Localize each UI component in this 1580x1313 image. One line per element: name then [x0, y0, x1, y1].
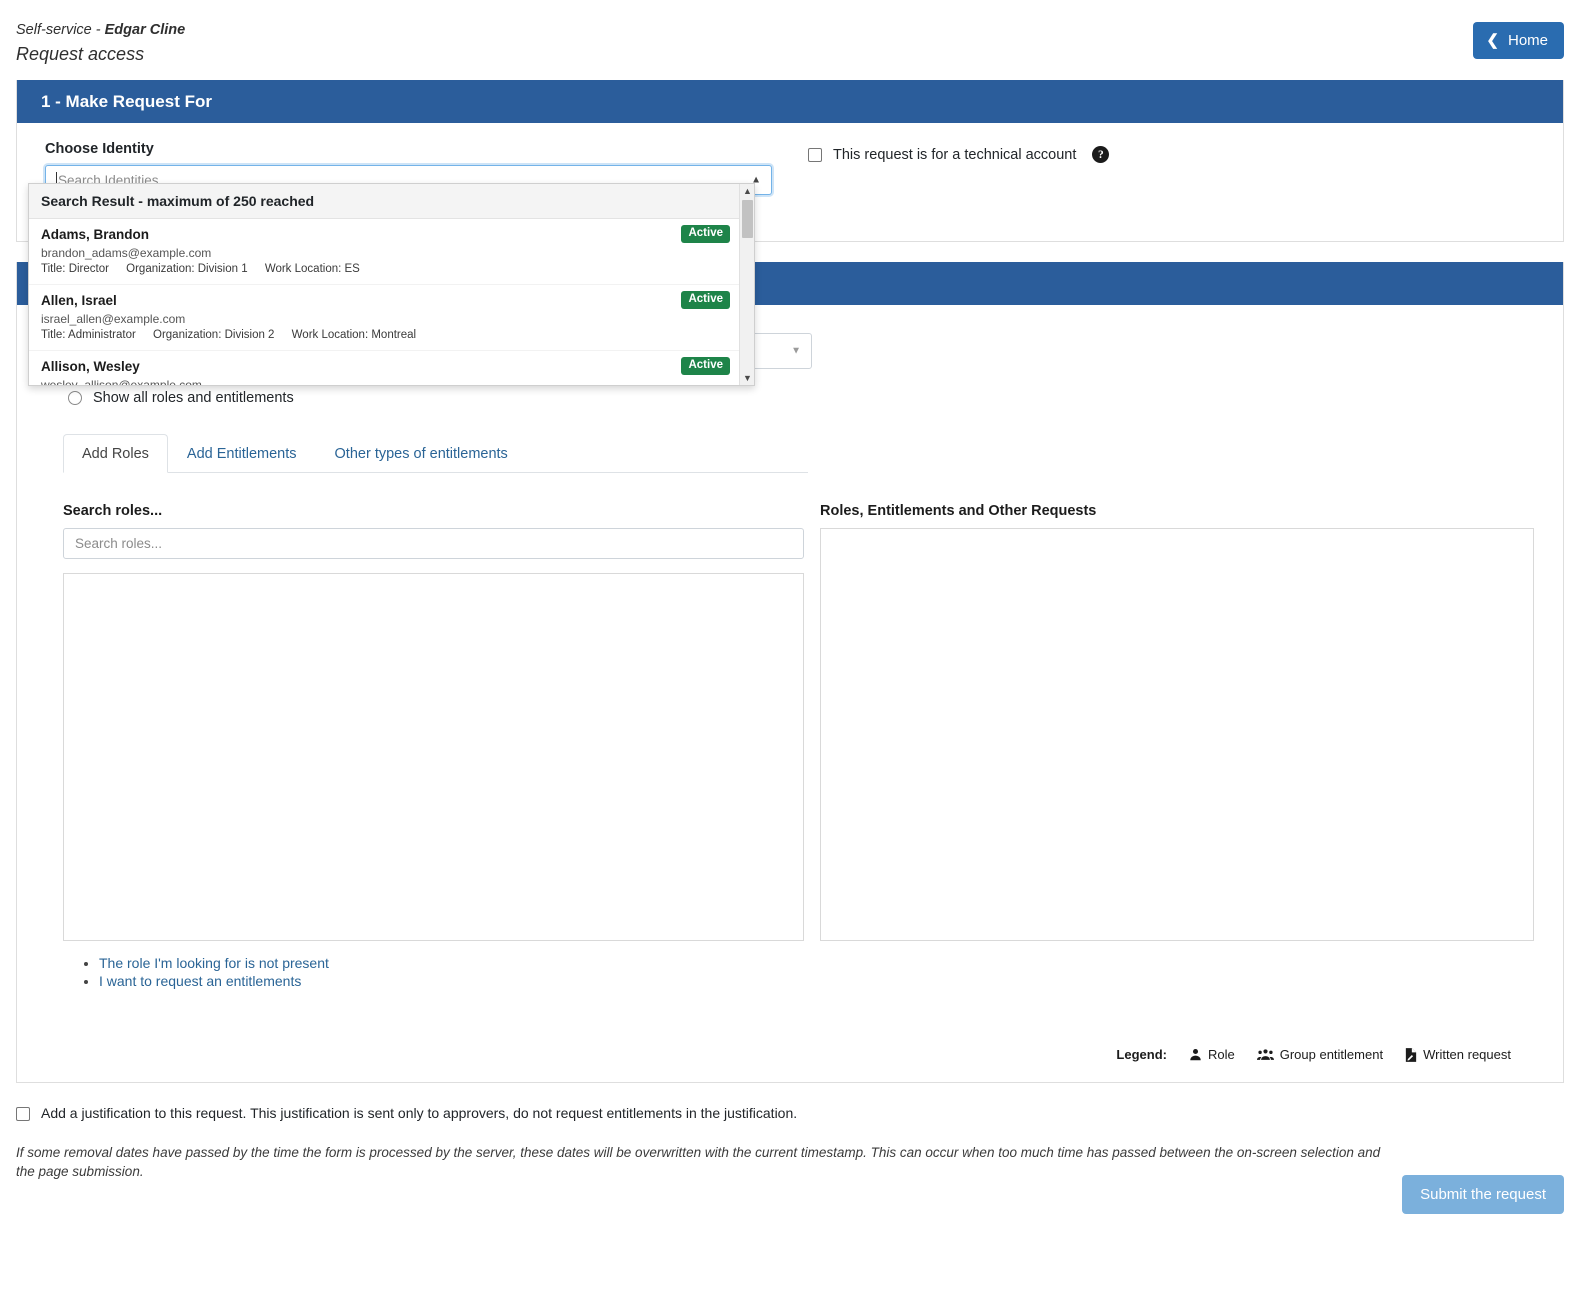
legend: Legend: Role Group entitlement: [45, 1047, 1511, 1062]
dropdown-item[interactable]: Allison, Wesley wesley_allison@example.c…: [29, 351, 754, 386]
identity-name: Adams, Brandon: [41, 226, 742, 243]
dropdown-item[interactable]: Allen, Israel israel_allen@example.com T…: [29, 285, 754, 351]
dropdown-scrollbar[interactable]: ▲ ▼: [739, 184, 754, 385]
scrollbar-thumb[interactable]: [742, 200, 753, 238]
status-badge: Active: [681, 357, 730, 375]
identity-meta: Title: Director Organization: Division 1…: [41, 262, 742, 277]
identity-work-location: Work Location: ES: [265, 263, 360, 275]
scroll-up-icon[interactable]: ▲: [740, 184, 755, 198]
identity-work-location: Work Location: Montreal: [292, 329, 416, 341]
show-all-roles-label: Show all roles and entitlements: [93, 390, 294, 406]
chevron-down-icon[interactable]: ▼: [791, 346, 801, 357]
identity-search-dropdown[interactable]: Search Result - maximum of 250 reached A…: [28, 183, 755, 386]
breadcrumb-user: Edgar Cline: [105, 22, 186, 38]
tab-add-entitlements[interactable]: Add Entitlements: [168, 434, 316, 473]
search-roles-title: Search roles...: [63, 503, 804, 519]
legend-item-role: Role: [1189, 1047, 1235, 1062]
legend-item-written-label: Written request: [1423, 1047, 1511, 1062]
panel1-header: 1 - Make Request For: [17, 80, 1563, 123]
user-icon: [1189, 1048, 1202, 1061]
legend-item-group-entitlement: Group entitlement: [1257, 1047, 1383, 1062]
breadcrumb-prefix: Self-service -: [16, 22, 105, 38]
chevron-left-icon: ❮: [1486, 33, 1499, 48]
dropdown-item[interactable]: Adams, Brandon brandon_adams@example.com…: [29, 219, 754, 285]
choose-identity-label: Choose Identity: [45, 141, 772, 157]
users-group-icon: [1257, 1048, 1274, 1061]
identity-email: israel_allen@example.com: [41, 311, 742, 327]
top-bar: Self-service - Edgar Cline Request acces…: [0, 0, 1580, 80]
scroll-down-icon[interactable]: ▼: [740, 371, 755, 385]
selected-requests-list[interactable]: [820, 528, 1534, 941]
identity-name: Allen, Israel: [41, 292, 742, 309]
selected-requests-column: Roles, Entitlements and Other Requests: [820, 503, 1534, 941]
justification-row: Add a justification to this request. Thi…: [16, 1105, 1564, 1121]
selected-requests-title: Roles, Entitlements and Other Requests: [820, 503, 1534, 519]
identity-title: Title: Director: [41, 263, 109, 275]
identity-title: Title: Administrator: [41, 329, 136, 341]
request-access-page: Self-service - Edgar Cline Request acces…: [0, 0, 1580, 1313]
page-title: Request access: [16, 41, 1564, 67]
identity-organization: Organization: Division 1: [126, 263, 247, 275]
legend-item-written-request: Written request: [1405, 1047, 1511, 1062]
dropdown-result-list: Adams, Brandon brandon_adams@example.com…: [29, 219, 754, 386]
identity-email: wesley_allison@example.com: [41, 377, 742, 386]
identity-name: Allison, Wesley: [41, 358, 742, 375]
identity-organization: Organization: Division 2: [153, 329, 274, 341]
access-tabs: Add Roles Add Entitlements Other types o…: [63, 434, 808, 473]
identity-email: brandon_adams@example.com: [41, 245, 742, 261]
panel2-body: Search Identities... ▼ Show all roles an…: [17, 305, 1563, 1082]
identity-meta: Title: Administrator Organization: Divis…: [41, 328, 742, 343]
footer: Add a justification to this request. Thi…: [0, 1083, 1580, 1181]
search-roles-column: Search roles... Search roles...: [63, 503, 804, 941]
file-signature-icon: [1405, 1048, 1417, 1062]
status-badge: Active: [681, 291, 730, 309]
legend-item-role-label: Role: [1208, 1047, 1235, 1062]
link-request-entitlements[interactable]: I want to request an entitlements: [99, 973, 1535, 990]
submit-request-button[interactable]: Submit the request: [1402, 1175, 1564, 1214]
search-roles-input[interactable]: Search roles...: [63, 528, 804, 559]
helper-links: The role I'm looking for is not present …: [63, 955, 1535, 990]
add-justification-label: Add a justification to this request. Thi…: [41, 1105, 797, 1121]
home-button[interactable]: ❮ Home: [1473, 22, 1564, 59]
breadcrumb: Self-service - Edgar Cline: [16, 20, 1564, 40]
status-badge: Active: [681, 225, 730, 243]
link-role-not-present[interactable]: The role I'm looking for is not present: [99, 955, 1535, 972]
tab-add-roles[interactable]: Add Roles: [63, 434, 168, 473]
roles-results-list[interactable]: [63, 573, 804, 941]
dropdown-result-header: Search Result - maximum of 250 reached: [29, 184, 754, 219]
show-all-roles-radio[interactable]: [68, 391, 82, 405]
removal-dates-note: If some removal dates have passed by the…: [16, 1143, 1401, 1181]
technical-account-checkbox[interactable]: [808, 148, 822, 162]
home-button-label: Home: [1508, 32, 1548, 49]
show-all-roles-row: Show all roles and entitlements: [68, 390, 1535, 406]
add-justification-checkbox[interactable]: [16, 1107, 30, 1121]
technical-account-row: This request is for a technical account …: [808, 146, 1109, 163]
help-icon[interactable]: ?: [1092, 146, 1109, 163]
tab-other-types-of-entitlements[interactable]: Other types of entitlements: [316, 434, 527, 473]
legend-item-group-label: Group entitlement: [1280, 1047, 1383, 1062]
roles-columns: Search roles... Search roles... Roles, E…: [45, 503, 1535, 941]
technical-account-label: This request is for a technical account: [833, 147, 1076, 163]
search-roles-placeholder: Search roles...: [75, 536, 162, 551]
legend-label: Legend:: [1116, 1047, 1167, 1062]
